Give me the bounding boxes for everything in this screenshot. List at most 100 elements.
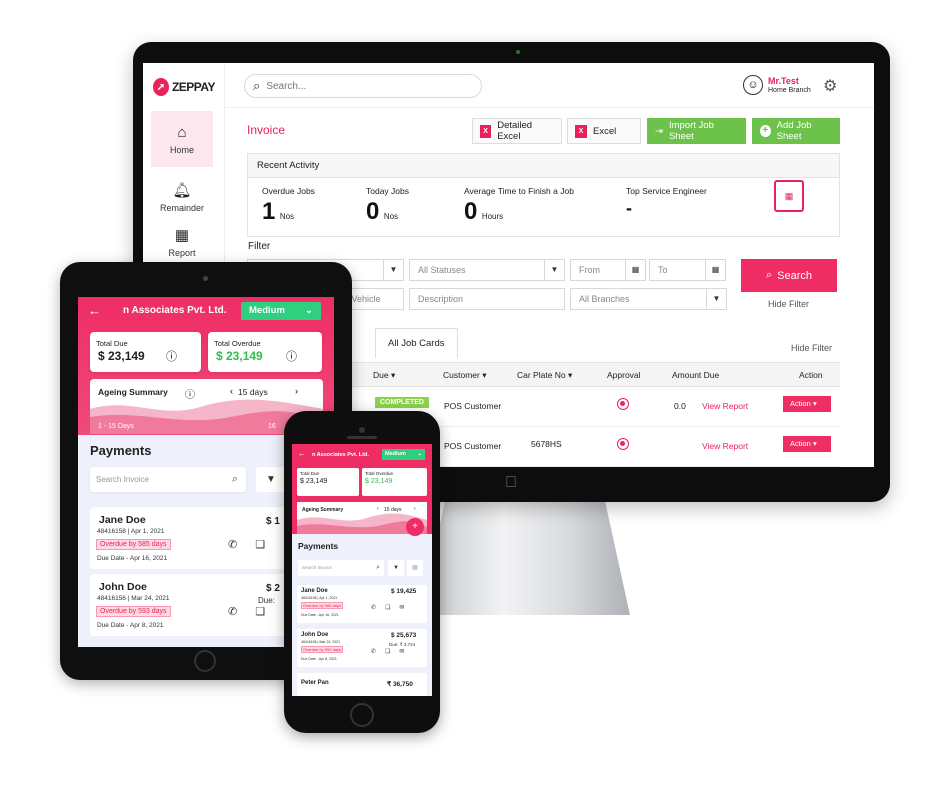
add-job-sheet-button[interactable]: + Add Job Sheet — [752, 118, 840, 144]
button-label: Search — [777, 269, 813, 282]
list-item[interactable]: Peter Pan ₹ 36,750 — [297, 673, 427, 696]
ageing-range-next: 16 — [268, 423, 276, 430]
mail-icon[interactable]: ✉ — [399, 604, 404, 611]
hide-filter-link-secondary[interactable]: Hide Filter — [791, 343, 832, 353]
item-actions: ✆ ❏ ✉ — [371, 604, 404, 611]
add-fab-button[interactable]: + — [406, 518, 424, 536]
description-input[interactable]: Description — [409, 288, 565, 310]
filter-icon[interactable]: ▼ — [388, 560, 404, 576]
column-header-customer[interactable]: Customer ▾ — [443, 370, 486, 381]
column-header-car-plate[interactable]: Car Plate No ▾ — [517, 370, 572, 381]
action-dropdown[interactable]: Action ▾ — [783, 436, 831, 452]
search-invoice-input[interactable]: Search Invoice ⌕ — [298, 560, 384, 576]
list-item[interactable]: Jane Doe 48416158 | Apr 1, 2021 Overdue … — [297, 585, 427, 623]
sidebar-item-home[interactable]: ⌂ Home — [151, 111, 213, 167]
header-label: Car Plate No — [517, 370, 566, 380]
sidebar-item-report[interactable]: ▦ Report — [151, 221, 213, 263]
whatsapp-icon[interactable]: ✆ — [228, 605, 237, 618]
tab-all-job-cards[interactable]: All Job Cards — [375, 328, 458, 358]
priority-value: Medium — [249, 305, 285, 316]
from-date-field[interactable]: From ▦ — [570, 259, 646, 281]
invoice-id: 48416158 — [97, 528, 126, 535]
back-arrow-icon[interactable]: ← — [298, 449, 306, 458]
user-name: Mr.Test — [768, 75, 799, 86]
chevron-down-icon: ⌄ — [417, 451, 422, 457]
import-icon: ⇥ — [655, 125, 663, 137]
status-select-value: All Statuses — [418, 265, 466, 275]
to-date-field[interactable]: To ▦ — [649, 259, 726, 281]
hide-filter-link[interactable]: Hide Filter — [768, 299, 809, 309]
company-name: n Associates Pvt. Ltd. — [123, 305, 227, 316]
stat-label: Today Jobs — [366, 186, 409, 196]
search-icon: ⌕ — [376, 564, 380, 571]
brand-logo[interactable]: ➚ ZEPPAY — [153, 75, 216, 99]
column-header-due[interactable]: Due ▾ — [373, 370, 395, 381]
stat-label: Overdue Jobs — [262, 186, 315, 196]
detailed-excel-button[interactable]: X Detailed Excel — [472, 118, 562, 144]
button-label: Excel — [593, 125, 617, 137]
priority-select[interactable]: Medium ⌄ — [382, 449, 425, 460]
description-placeholder: Description — [418, 294, 464, 304]
tablet-home-button[interactable] — [194, 650, 216, 672]
whatsapp-icon[interactable]: ✆ — [228, 538, 237, 551]
sidebar-item-remainder[interactable]: 🔔︎ Remainder — [151, 169, 213, 225]
phone-speaker — [347, 436, 377, 439]
search-invoice-input[interactable]: Search Invoice ⌕ — [90, 467, 246, 492]
column-header-action: Action — [799, 370, 823, 380]
view-report-link[interactable]: View Report — [702, 401, 748, 411]
filter-icon[interactable]: ▼ — [256, 467, 286, 492]
search-placeholder: Search Invoice — [96, 475, 149, 484]
card-value: $ 23,149 — [365, 478, 393, 485]
whatsapp-icon[interactable]: ✆ — [371, 648, 376, 655]
action-label: Action — [790, 439, 811, 448]
overdue-badge: Overdue by 593 days — [96, 606, 171, 617]
overdue-badge: Overdue by 585 days — [96, 539, 171, 550]
total-overdue-card: Total Overdue $ 23,149 ⓘ — [208, 332, 322, 372]
total-due-card: Total Due $ 23,149 — [297, 468, 359, 496]
header-label: Due — [373, 370, 389, 380]
customer-name: John Doe — [99, 581, 147, 593]
chat-icon[interactable]: ❏ — [385, 648, 390, 655]
ageing-range-label: 1 - 15 Days — [98, 423, 134, 430]
gear-icon[interactable]: ⚙ — [823, 76, 837, 96]
stat-value: 0 — [366, 198, 380, 225]
chat-icon[interactable]: ❏ — [385, 604, 390, 611]
help-icon[interactable]: ⓘ — [166, 348, 177, 364]
search-placeholder: Search... — [266, 80, 307, 92]
back-arrow-icon[interactable]: ← — [88, 303, 101, 318]
status-select[interactable]: All Statuses ▼ — [409, 259, 565, 281]
calendar-icon[interactable]: ▦ — [407, 560, 423, 576]
branch-select[interactable]: All Branches ▼ — [570, 288, 727, 310]
whatsapp-icon[interactable]: ✆ — [371, 604, 376, 611]
approval-radio[interactable] — [617, 398, 629, 410]
sidebar-item-label: Report — [168, 248, 196, 258]
column-header-amount-due: Amount Due — [672, 370, 720, 380]
action-dropdown[interactable]: Action ▾ — [783, 396, 831, 412]
import-job-sheet-button[interactable]: ⇥ Import Job Sheet — [647, 118, 746, 144]
card-label: Total Due — [300, 471, 320, 476]
search-button[interactable]: ⌕ Search — [741, 259, 837, 292]
calendar-clock-icon[interactable]: ▦ — [774, 180, 804, 212]
search-input[interactable]: ⌕ Search... — [244, 74, 482, 98]
list-item[interactable]: John Doe 48416156 | Mar 24, 2021 Overdue… — [297, 629, 427, 667]
stat-unit: Hours — [481, 212, 504, 221]
user-menu[interactable]: ☺ Mr.Test Home Branch — [743, 75, 811, 95]
column-header-approval: Approval — [607, 370, 641, 380]
excel-button[interactable]: X Excel — [567, 118, 641, 144]
chevron-down-icon: ⌄ — [305, 305, 313, 316]
invoice-amount: $ 1 — [266, 516, 280, 527]
due-date: Due Date - Apr 16, 2021 — [301, 613, 339, 617]
priority-select[interactable]: Medium ⌄ — [241, 302, 321, 320]
search-placeholder: Search Invoice — [302, 565, 332, 570]
approval-radio[interactable] — [617, 438, 629, 450]
help-icon[interactable]: ⓘ — [286, 348, 297, 364]
card-label: Total Overdue — [214, 339, 261, 348]
view-report-link[interactable]: View Report — [702, 441, 748, 451]
bell-icon: 🔔︎ — [172, 182, 192, 199]
calendar-icon: ▦ — [625, 260, 645, 280]
chat-icon[interactable]: ❏ — [255, 605, 265, 618]
search-icon: ⌕ — [253, 78, 261, 93]
phone-home-button[interactable] — [350, 703, 374, 727]
mail-icon[interactable]: ✉ — [399, 648, 404, 655]
chat-icon[interactable]: ❏ — [255, 538, 265, 551]
